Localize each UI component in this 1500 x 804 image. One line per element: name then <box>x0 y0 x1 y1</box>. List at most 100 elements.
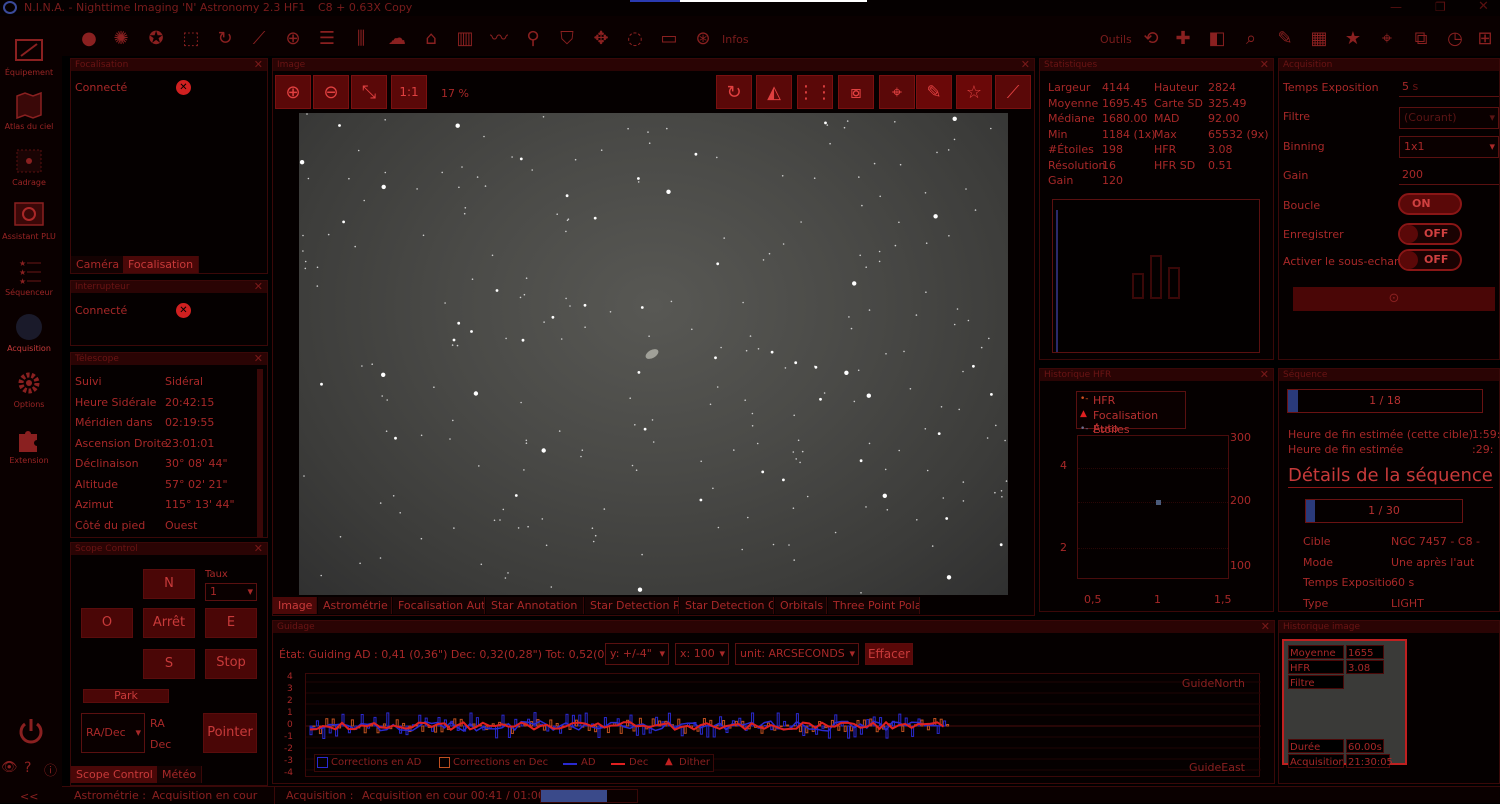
sidebar-item-extension[interactable]: Extension <box>0 424 58 465</box>
rotate-icon[interactable]: ↻ <box>716 75 752 109</box>
tab-image-view[interactable]: Star Detection C <box>680 597 774 614</box>
magic-wand-icon[interactable]: ✎ <box>916 75 952 109</box>
histogram-icon[interactable]: ▥ <box>454 28 476 50</box>
tab-image-view[interactable]: Star Annotation <box>486 597 584 614</box>
minimize-icon[interactable]: — <box>1390 0 1402 14</box>
close-panel-icon[interactable]: ✕ <box>254 280 263 293</box>
start-capture-button[interactable]: ⊙ <box>1293 287 1495 311</box>
tab-focuser[interactable]: Focalisation <box>123 256 199 273</box>
sliders-icon[interactable]: ⫼ <box>350 28 372 50</box>
calculator-icon[interactable]: ▦ <box>1308 28 1330 50</box>
subsample-toggle[interactable]: OFF <box>1398 249 1462 271</box>
stop-button[interactable]: Arrêt <box>143 608 195 638</box>
close-panel-icon[interactable]: ✕ <box>254 352 263 365</box>
eye-icon[interactable]: 👁 <box>1 760 18 775</box>
tab-image-view[interactable]: Three Point Pola <box>828 597 920 614</box>
y-scale-select[interactable]: y: +/-4" <box>605 643 669 665</box>
switch-icon[interactable]: ☰ <box>316 28 338 50</box>
clear-button[interactable]: Effacer <box>865 643 913 665</box>
power-icon[interactable] <box>16 716 46 746</box>
history-icon[interactable]: ◷ <box>1444 28 1466 50</box>
guider-icon[interactable]: ⊕ <box>282 28 304 50</box>
filter-wheel-icon[interactable]: ✺ <box>110 28 132 50</box>
sidebar-item-framing[interactable]: Cadrage <box>0 146 58 187</box>
close-panel-icon[interactable]: ✕ <box>254 58 263 71</box>
cross-icon[interactable]: ✚ <box>1172 28 1194 50</box>
image-icon[interactable]: ▭ <box>658 28 680 50</box>
disconnect-icon[interactable]: ✕ <box>176 80 191 95</box>
east-button[interactable]: E <box>205 608 257 638</box>
camera-tool-icon[interactable]: ● <box>78 28 100 50</box>
rotator-frame-icon[interactable]: ⬚ <box>180 28 202 50</box>
sidebar-item-imaging[interactable]: Acquisition <box>0 312 58 353</box>
sidebar-item-options[interactable]: Options <box>0 368 58 409</box>
crosshair-icon[interactable]: ⌖ <box>879 75 915 109</box>
brush-icon[interactable]: ✎ <box>1274 28 1296 50</box>
zoom-ratio-button[interactable]: 1:1 <box>391 75 427 109</box>
maximize-icon[interactable]: ❐ <box>1435 0 1446 14</box>
info-icon[interactable]: ⓘ <box>44 760 57 779</box>
disconnect-icon[interactable]: ✕ <box>176 303 191 318</box>
tab-image-view[interactable]: Star Detection R <box>585 597 679 614</box>
sidebar-item-equipment[interactable]: Équipement <box>0 36 58 77</box>
hook-icon[interactable]: ⟲ <box>1140 28 1162 50</box>
tab-scope-control[interactable]: Scope Control <box>71 766 159 783</box>
north-button[interactable]: N <box>143 569 195 599</box>
bulb-icon[interactable]: ⚲ <box>522 28 544 50</box>
puzzle-tool-icon[interactable]: ✥ <box>590 28 612 50</box>
exposure-input[interactable]: 5 s <box>1399 77 1499 97</box>
flip-icon[interactable]: ◭ <box>756 75 792 109</box>
filter-select[interactable]: (Courant) <box>1399 107 1499 129</box>
eraser-icon[interactable]: ◧ <box>1206 28 1228 50</box>
fit-icon[interactable]: ⤡ <box>351 75 387 109</box>
tab-image-view[interactable]: Focalisation Aut <box>393 597 485 614</box>
screenshot-icon[interactable]: ⧉ <box>1410 28 1432 50</box>
focuser-icon[interactable]: ✪ <box>145 28 167 50</box>
sidebar-item-sequencer[interactable]: ★★★ Séquenceur <box>0 256 58 297</box>
annotation-icon[interactable]: ⟋ <box>995 75 1031 109</box>
close-panel-icon[interactable]: ✕ <box>1261 620 1270 633</box>
zoom-out-icon[interactable]: ⊖ <box>313 75 349 109</box>
graph-icon[interactable]: 〰 <box>488 28 510 50</box>
rate-select[interactable]: 1 <box>205 583 257 601</box>
save-toggle[interactable]: OFF <box>1398 223 1462 245</box>
close-panel-icon[interactable]: ✕ <box>254 542 263 555</box>
loop-toggle[interactable]: ON <box>1398 193 1462 215</box>
crop-icon[interactable]: ⧇ <box>838 75 874 109</box>
binning-select[interactable]: 1x1 <box>1399 136 1499 158</box>
star-detect-icon[interactable]: ☆ <box>956 75 992 109</box>
zoom-in-icon[interactable]: ⊕ <box>275 75 311 109</box>
unit-select[interactable]: unit: ARCSECONDS <box>735 643 859 665</box>
tab-image-view[interactable]: Orbitals <box>775 597 827 614</box>
collapse-icon[interactable]: << <box>20 790 38 803</box>
weather-icon[interactable]: ☁ <box>386 28 408 50</box>
close-icon[interactable]: ✕ <box>1478 0 1489 14</box>
rotator-icon[interactable]: ↻ <box>214 28 236 50</box>
tab-image-view[interactable]: Astrométrie <box>318 597 392 614</box>
scrollbar[interactable] <box>257 369 263 537</box>
tab-camera[interactable]: Caméra <box>71 256 125 273</box>
star-icon[interactable]: ★ <box>1342 28 1364 50</box>
slew-button[interactable]: Pointer <box>203 713 257 753</box>
history-thumbnail[interactable]: Moyenne 1655 HFR 3.08 Filtre Durée 60.00… <box>1282 639 1407 765</box>
x-scale-select[interactable]: x: 100 <box>675 643 729 665</box>
sidebar-item-atlas[interactable]: Atlas du ciel <box>0 90 58 131</box>
tab-weather[interactable]: Météo <box>157 766 202 783</box>
grid-icon[interactable]: ⋮⋮ <box>797 75 833 109</box>
west-button[interactable]: O <box>81 608 133 638</box>
info-label[interactable]: Infos <box>722 33 749 46</box>
help-icon[interactable]: ? <box>24 760 31 776</box>
search-icon[interactable]: ⌕ <box>1240 28 1262 50</box>
stop-slew-button[interactable]: Stop <box>205 649 257 679</box>
orbit-icon[interactable]: ◌ <box>624 28 646 50</box>
gain-input[interactable]: 200 <box>1399 165 1499 185</box>
target-icon[interactable]: ⌖ <box>1376 28 1398 50</box>
coord-mode-select[interactable]: RA/Dec <box>81 713 145 753</box>
shield-icon[interactable]: ⛉ <box>556 28 578 50</box>
tools-label[interactable]: Outils <box>1100 33 1132 46</box>
tab-image-view[interactable]: Image <box>273 597 317 614</box>
polar-icon[interactable]: ⊛ <box>692 28 714 50</box>
telescope-icon[interactable]: ⟋ <box>248 28 270 50</box>
dome-icon[interactable]: ⌂ <box>420 28 442 50</box>
close-panel-icon[interactable]: ✕ <box>1260 368 1269 381</box>
